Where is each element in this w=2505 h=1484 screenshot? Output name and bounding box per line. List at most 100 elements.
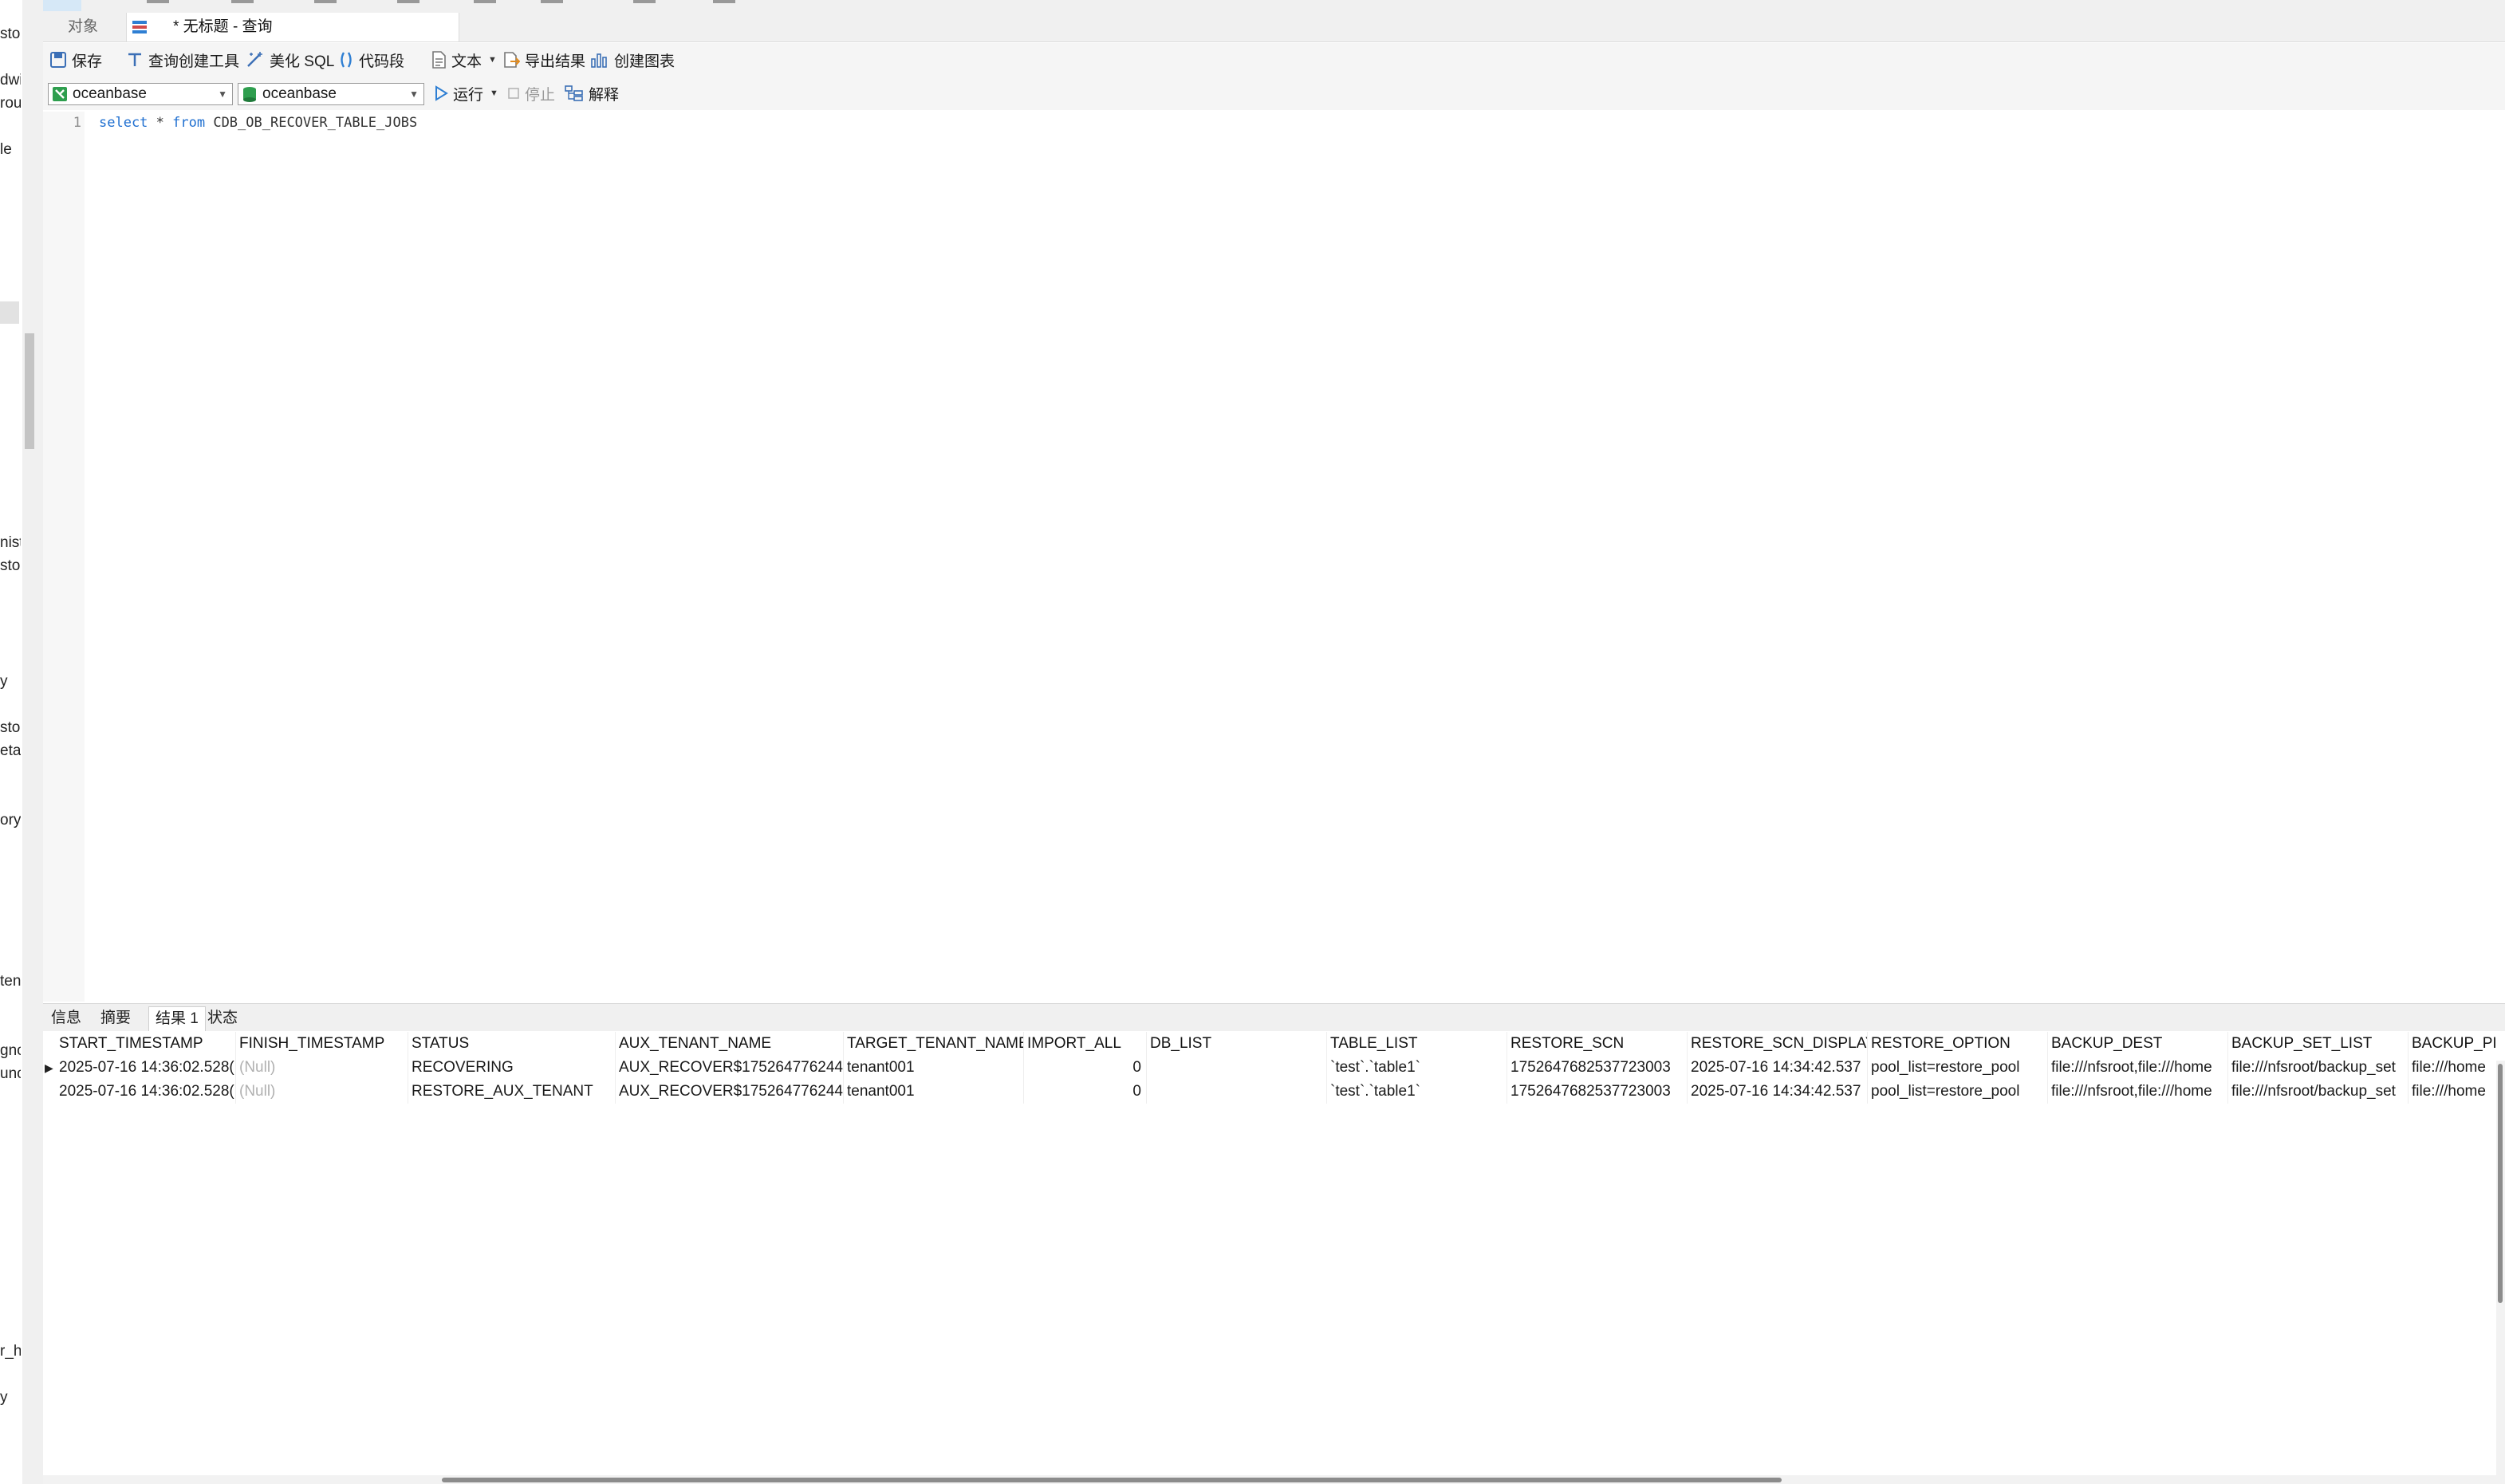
sidebar-scrollbar-thumb[interactable]	[25, 333, 34, 449]
table-cell[interactable]: file:///nfsroot,file:///home	[2048, 1080, 2228, 1104]
grid-vertical-scrollbar[interactable]	[2496, 1061, 2505, 1475]
object-tree-sidebar[interactable]: stor dwi rou le nist stor y stor eta ory…	[0, 0, 21, 1484]
tree-item-fragment[interactable]: uno	[0, 1065, 21, 1083]
sql-editor[interactable]: 1 select * from CDB_OB_RECOVER_TABLE_JOB…	[43, 112, 2505, 1002]
table-row[interactable]: ▶ 2025-07-16 14:36:02.528((Null) RECOVERIN…	[43, 1056, 2496, 1080]
tree-item-fragment[interactable]: eta	[0, 742, 21, 760]
tree-item-fragment[interactable]: rou	[0, 95, 21, 112]
column-header[interactable]: BACKUP_DEST	[2048, 1032, 2228, 1056]
table-cell[interactable]	[1147, 1080, 1327, 1104]
tree-item-fragment[interactable]: nist	[0, 534, 21, 552]
explain-button[interactable]: 解释	[565, 82, 619, 104]
column-header[interactable]: BACKUP_SET_LIST	[2228, 1032, 2409, 1056]
table-cell[interactable]: 0	[1024, 1056, 1147, 1080]
table-cell[interactable]: AUX_RECOVER$1752647762441	[616, 1056, 844, 1080]
tab-result-1[interactable]: 结果 1	[148, 1006, 206, 1031]
table-cell[interactable]: 0	[1024, 1080, 1147, 1104]
table-cell[interactable]: tenant001	[844, 1080, 1024, 1104]
connection-select[interactable]: oceanbase ▼	[48, 83, 233, 105]
tree-item-fragment[interactable]: ten	[0, 973, 21, 990]
menu-item[interactable]	[147, 0, 169, 3]
column-header[interactable]: IMPORT_ALL	[1024, 1032, 1147, 1056]
tree-item-fragment[interactable]: stor	[0, 719, 21, 737]
beautify-sql-button[interactable]: 美化 SQL	[246, 49, 334, 71]
menu-item[interactable]	[397, 0, 419, 3]
sql-code-line[interactable]: select * from CDB_OB_RECOVER_TABLE_JOBS	[99, 115, 417, 131]
tab-objects[interactable]: 对象	[43, 13, 123, 41]
database-select[interactable]: oceanbase ▼	[238, 83, 424, 105]
table-row[interactable]: 2025-07-16 14:36:02.528((Null) RESTORE_AU…	[43, 1080, 2496, 1104]
query-builder-button[interactable]: 查询创建工具	[126, 49, 239, 71]
table-cell[interactable]: file:///home	[2409, 1056, 2496, 1080]
menu-item[interactable]	[474, 0, 496, 3]
tab-status[interactable]: 状态	[201, 1006, 244, 1030]
column-header[interactable]: STATUS	[408, 1032, 616, 1056]
column-header[interactable]: TARGET_TENANT_NAME	[844, 1032, 1024, 1056]
chevron-down-icon[interactable]: ▼	[490, 89, 498, 98]
table-cell[interactable]: pool_list=restore_pool	[1868, 1080, 2048, 1104]
sidebar-scrollbar[interactable]	[22, 0, 43, 1484]
tree-item-fragment[interactable]: y	[0, 673, 8, 691]
table-cell[interactable]: (Null)	[236, 1056, 408, 1080]
run-button[interactable]: 运行 ▼	[434, 82, 498, 104]
menu-active-item[interactable]	[43, 0, 81, 11]
export-results-button[interactable]: 导出结果	[502, 49, 585, 71]
table-cell[interactable]: 2025-07-16 14:36:02.528(	[56, 1056, 236, 1080]
table-cell[interactable]: file:///nfsroot/backup_set	[2228, 1056, 2409, 1080]
column-header[interactable]: RESTORE_SCN	[1507, 1032, 1688, 1056]
column-header[interactable]: TABLE_LIST	[1327, 1032, 1507, 1056]
table-cell[interactable]: 1752647682537723003	[1507, 1080, 1688, 1104]
column-header[interactable]: DB_LIST	[1147, 1032, 1327, 1056]
database-select-value: oceanbase	[262, 85, 337, 102]
tree-item-fragment[interactable]: gno	[0, 1042, 21, 1060]
table-cell[interactable]: (Null)	[236, 1080, 408, 1104]
tree-item-fragment[interactable]: stor	[0, 557, 21, 575]
save-button[interactable]: 保存	[49, 49, 102, 71]
tree-item-fragment[interactable]: dwi	[0, 72, 21, 89]
tab-summary[interactable]: 摘要	[94, 1006, 137, 1030]
column-header[interactable]: AUX_TENANT_NAME	[616, 1032, 844, 1056]
column-header[interactable]: BACKUP_PIE	[2409, 1032, 2496, 1056]
tree-item-fragment[interactable]: stor	[0, 26, 21, 43]
stop-button[interactable]: 停止	[507, 82, 555, 104]
column-header[interactable]: FINISH_TIMESTAMP	[236, 1032, 408, 1056]
menu-item[interactable]	[314, 0, 337, 3]
text-mode-button[interactable]: 文本 ▼	[431, 49, 497, 71]
column-header[interactable]: START_TIMESTAMP	[56, 1032, 236, 1056]
column-header[interactable]: RESTORE_OPTION	[1868, 1032, 2048, 1056]
grid-horizontal-scrollbar-thumb[interactable]	[442, 1478, 1782, 1482]
tree-item-fragment[interactable]: y	[0, 1389, 8, 1407]
grid-vertical-scrollbar-thumb[interactable]	[2498, 1064, 2503, 1303]
tab-info[interactable]: 信息	[45, 1006, 88, 1030]
menu-item[interactable]	[633, 0, 656, 3]
table-cell[interactable]: RESTORE_AUX_TENANT	[408, 1080, 616, 1104]
tree-item-fragment[interactable]: le	[0, 141, 12, 159]
menu-item[interactable]	[713, 0, 735, 3]
table-cell[interactable]: 1752647682537723003	[1507, 1056, 1688, 1080]
chevron-down-icon[interactable]: ▼	[488, 55, 497, 65]
tree-item-fragment[interactable]: r_h	[0, 1343, 21, 1360]
column-header[interactable]: RESTORE_SCN_DISPLAY	[1688, 1032, 1868, 1056]
menu-item[interactable]	[231, 0, 254, 3]
table-cell[interactable]: RECOVERING	[408, 1056, 616, 1080]
table-cell[interactable]: 2025-07-16 14:36:02.528(	[56, 1080, 236, 1104]
table-cell[interactable]: `test`.`table1`	[1327, 1080, 1507, 1104]
result-grid[interactable]: START_TIMESTAMP FINISH_TIMESTAMP STATUS AUX…	[43, 1032, 2496, 1475]
tab-query[interactable]: * 无标题 - 查询	[126, 13, 459, 41]
tree-item-fragment[interactable]: ory	[0, 812, 21, 829]
grid-horizontal-scrollbar[interactable]	[43, 1475, 2505, 1484]
table-cell[interactable]: file:///nfsroot/backup_set	[2228, 1080, 2409, 1104]
table-cell[interactable]: tenant001	[844, 1056, 1024, 1080]
table-cell[interactable]	[1147, 1056, 1327, 1080]
menu-bar	[43, 0, 2505, 11]
create-chart-button[interactable]: 创建图表	[590, 49, 675, 71]
table-cell[interactable]: pool_list=restore_pool	[1868, 1056, 2048, 1080]
menu-item[interactable]	[541, 0, 563, 3]
table-cell[interactable]: `test`.`table1`	[1327, 1056, 1507, 1080]
table-cell[interactable]: 2025-07-16 14:34:42.537	[1688, 1080, 1868, 1104]
table-cell[interactable]: 2025-07-16 14:34:42.537	[1688, 1056, 1868, 1080]
table-cell[interactable]: file:///home	[2409, 1080, 2496, 1104]
table-cell[interactable]: file:///nfsroot,file:///home	[2048, 1056, 2228, 1080]
table-cell[interactable]: AUX_RECOVER$1752647762441	[616, 1080, 844, 1104]
code-snippet-button[interactable]: 代码段	[338, 49, 404, 71]
